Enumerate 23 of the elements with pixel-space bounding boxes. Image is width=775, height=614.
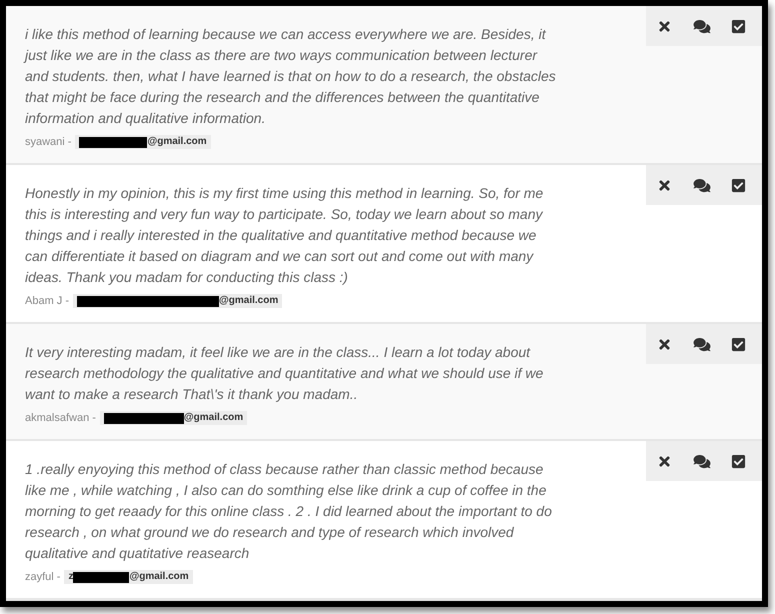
response-text: It very interesting madam, it feel like we are in the class... I learn a lot today about research methodology the qualitative and quantitative and what we should use if we want to make a research That\'s it thank you madam.. bbox=[25, 343, 544, 404]
email-prefix: z bbox=[68, 571, 74, 583]
response-text: Honestly in my opinion, this is my first time using this method in learning. So, for me this is interesting and very fun way to participate. So, today we learn about so many things and i really interested in the qualitative and quantitative method because we can differentiate it based on diagram and we can sort out and come out with many ideas. Thank you madam for conducting this class :) bbox=[25, 184, 544, 287]
response-text: 1 .really enyoying this method of class because rather than classic method because like me , while watching , I also can do somthing else like drink a cup of coffee in the morning to get reaady for this online class . 2 . I did learned about the important to do research , on what ground we do research and type of research which involved qualitative and quatitative reasearch bbox=[25, 460, 553, 563]
close-icon bbox=[658, 336, 671, 352]
close-icon bbox=[658, 18, 671, 34]
close-icon bbox=[658, 178, 671, 192]
speech-bubbles-icon bbox=[692, 454, 710, 468]
author-name: akmalsafwan - bbox=[25, 412, 96, 424]
email-domain: @gmail.com bbox=[129, 571, 189, 583]
email-domain: @gmail.com bbox=[219, 295, 278, 307]
email-domain: @gmail.com bbox=[184, 412, 244, 424]
redaction-bar bbox=[73, 572, 130, 582]
close-icon bbox=[658, 454, 671, 468]
redaction-bar bbox=[79, 136, 148, 148]
author-name: Abam J - bbox=[25, 294, 70, 308]
email-domain: @gmail.com bbox=[147, 136, 207, 148]
speech-bubbles-icon bbox=[692, 18, 710, 34]
author-name: syawani - bbox=[25, 136, 72, 148]
author-name: zayful - bbox=[25, 570, 60, 584]
response-text: i like this method of learning because we can access everywhere we are. Besides, it just like we are in the class as there are two ways communication between lecturer and students. then, what I have learned is that on how to do a research, the obstacles that might be face during the research and the differences between the quantitative information and qualitative information. bbox=[25, 25, 557, 128]
speech-bubbles-icon bbox=[692, 336, 710, 352]
speech-bubbles-icon bbox=[692, 178, 710, 192]
